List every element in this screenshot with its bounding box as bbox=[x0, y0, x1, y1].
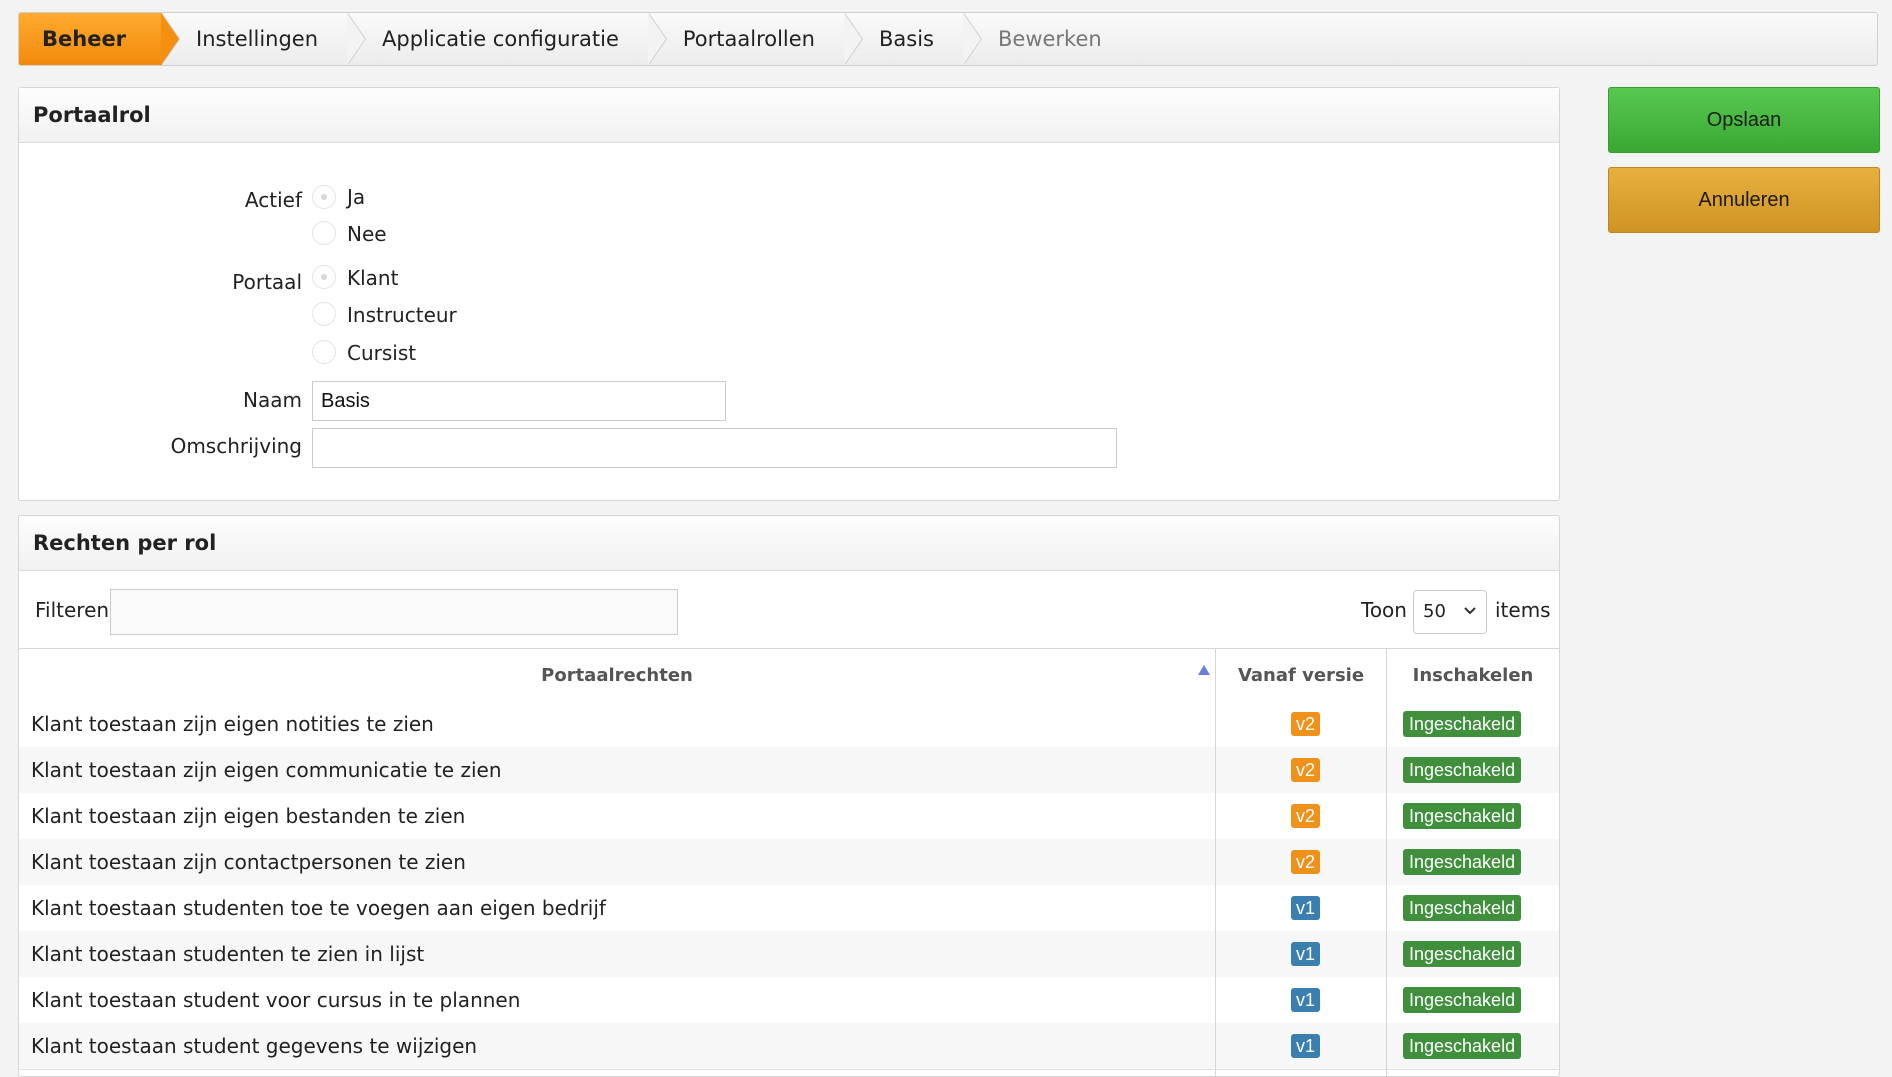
right-name: Klant toestaan zijn eigen notities te zi… bbox=[31, 712, 434, 736]
radio-actief-nee[interactable] bbox=[312, 221, 336, 245]
show-label: Toon bbox=[1361, 598, 1407, 622]
radio-portaal-instructeur[interactable] bbox=[312, 302, 336, 326]
radio-portaal-cursist[interactable] bbox=[312, 340, 336, 364]
column-divider bbox=[1386, 701, 1387, 1076]
breadcrumb-label: Applicatie configuratie bbox=[382, 27, 619, 51]
naam-input[interactable] bbox=[312, 381, 726, 421]
breadcrumb: Beheer Instellingen Applicatie configura… bbox=[18, 12, 1878, 66]
enabled-badge[interactable]: Ingeschakeld bbox=[1403, 987, 1522, 1013]
table-row[interactable]: Klant toestaan zijn eigen bestanden te z… bbox=[19, 793, 1559, 840]
right-name: Klant toestaan zijn eigen communicatie t… bbox=[31, 758, 502, 782]
breadcrumb-separator bbox=[963, 13, 982, 65]
breadcrumb-instellingen[interactable]: Instellingen bbox=[162, 13, 367, 65]
breadcrumb-label: Portaalrollen bbox=[682, 27, 815, 51]
column-inschakelen[interactable]: Inschakelen bbox=[1387, 649, 1559, 701]
radio-label: Cursist bbox=[347, 341, 417, 365]
table-row[interactable]: Klant toestaan student gegevens te wijzi… bbox=[19, 1023, 1559, 1070]
breadcrumb-label: Beheer bbox=[42, 27, 127, 51]
table-row[interactable]: Klant toestaan zijn contactpersonen te z… bbox=[19, 839, 1559, 886]
filter-label: Filteren bbox=[35, 598, 110, 622]
panel-title: Rechten per rol bbox=[19, 516, 1559, 571]
naam-label: Naam bbox=[243, 388, 302, 412]
enabled-badge[interactable]: Ingeschakeld bbox=[1403, 895, 1522, 921]
sort-asc-icon[interactable] bbox=[1197, 661, 1211, 680]
table-row[interactable]: Klant toestaan studenten toe te voegen a… bbox=[19, 885, 1559, 932]
radio-label: Nee bbox=[347, 222, 387, 246]
right-name: Klant toestaan student voor cursus in te… bbox=[31, 988, 521, 1012]
breadcrumb-portaalrollen[interactable]: Portaalrollen bbox=[649, 13, 863, 65]
enabled-badge[interactable]: Ingeschakeld bbox=[1403, 849, 1522, 875]
column-portaalrechten[interactable]: Portaalrechten bbox=[19, 649, 1215, 701]
column-divider bbox=[1215, 649, 1216, 701]
portaal-label: Portaal bbox=[232, 270, 302, 294]
breadcrumb-label: Bewerken bbox=[998, 27, 1102, 51]
breadcrumb-applicatie-configuratie[interactable]: Applicatie configuratie bbox=[348, 13, 667, 65]
right-name: Klant toestaan zijn eigen bestanden te z… bbox=[31, 804, 466, 828]
right-name: Klant toestaan student gegevens te wijzi… bbox=[31, 1034, 478, 1058]
enabled-badge[interactable]: Ingeschakeld bbox=[1403, 941, 1522, 967]
version-badge: v2 bbox=[1291, 850, 1321, 874]
breadcrumb-separator bbox=[844, 13, 863, 65]
breadcrumb-beheer[interactable]: Beheer bbox=[19, 13, 181, 65]
actief-label: Actief bbox=[244, 188, 302, 212]
enabled-badge[interactable]: Ingeschakeld bbox=[1403, 757, 1522, 783]
radio-portaal-klant[interactable] bbox=[312, 265, 336, 289]
version-badge: v1 bbox=[1291, 896, 1321, 920]
column-label: Portaalrechten bbox=[541, 664, 693, 686]
breadcrumb-separator bbox=[347, 13, 367, 65]
version-badge: v2 bbox=[1291, 712, 1321, 736]
column-vanaf-versie[interactable]: Vanaf versie bbox=[1216, 649, 1386, 701]
portaalrol-panel: Portaalrol Actief Ja Nee Portaal Klant I… bbox=[18, 87, 1560, 501]
page-size-select[interactable]: 50 bbox=[1413, 590, 1487, 634]
radio-label: Ja bbox=[347, 185, 366, 209]
table-row[interactable]: Klant toestaan student voor cursus in te… bbox=[19, 977, 1559, 1024]
version-badge: v2 bbox=[1291, 758, 1321, 782]
version-badge: v2 bbox=[1291, 804, 1321, 828]
breadcrumb-bewerken: Bewerken bbox=[964, 13, 1132, 65]
panel-title: Portaalrol bbox=[19, 88, 1559, 143]
breadcrumb-separator bbox=[647, 13, 667, 65]
enabled-badge[interactable]: Ingeschakeld bbox=[1403, 1033, 1522, 1059]
cancel-button[interactable]: Annuleren bbox=[1608, 167, 1880, 233]
version-badge: v1 bbox=[1291, 942, 1321, 966]
items-label: items bbox=[1495, 598, 1551, 622]
radio-label: Klant bbox=[347, 266, 399, 290]
save-button[interactable]: Opslaan bbox=[1608, 87, 1880, 153]
breadcrumb-label: Instellingen bbox=[196, 27, 319, 51]
right-name: Klant toestaan studenten te zien in lijs… bbox=[31, 942, 425, 966]
page-size-value: 50 bbox=[1423, 601, 1446, 622]
table-body: Klant toestaan zijn eigen notities te zi… bbox=[19, 701, 1559, 1076]
column-divider bbox=[1215, 701, 1216, 1076]
table-row[interactable]: Klant toestaan studenten te zien in lijs… bbox=[19, 931, 1559, 978]
enabled-badge[interactable]: Ingeschakeld bbox=[1403, 711, 1522, 737]
filter-input[interactable] bbox=[110, 589, 678, 635]
column-label: Inschakelen bbox=[1412, 664, 1534, 686]
version-badge: v1 bbox=[1291, 1034, 1321, 1058]
table-header: Portaalrechten Vanaf versie Inschakelen bbox=[19, 648, 1559, 702]
column-label: Vanaf versie bbox=[1237, 664, 1365, 686]
chevron-down-icon bbox=[1462, 603, 1478, 623]
right-name: Klant toestaan studenten toe te voegen a… bbox=[31, 896, 606, 920]
rechten-panel: Rechten per rol Filteren Toon 50 items P… bbox=[18, 515, 1560, 1077]
column-divider bbox=[1386, 649, 1387, 701]
breadcrumb-label: Basis bbox=[879, 27, 934, 51]
table-row[interactable]: Klant toestaan zijn eigen communicatie t… bbox=[19, 747, 1559, 794]
radio-actief-ja[interactable] bbox=[312, 185, 336, 209]
enabled-badge[interactable]: Ingeschakeld bbox=[1403, 803, 1522, 829]
table-row[interactable]: Klant toestaan zijn eigen notities te zi… bbox=[19, 701, 1559, 748]
omschrijving-input[interactable] bbox=[312, 428, 1117, 468]
right-name: Klant toestaan zijn contactpersonen te z… bbox=[31, 850, 466, 874]
omschrijving-label: Omschrijving bbox=[170, 434, 302, 458]
radio-label: Instructeur bbox=[347, 303, 457, 327]
version-badge: v1 bbox=[1291, 988, 1321, 1012]
breadcrumb-separator bbox=[161, 13, 181, 65]
